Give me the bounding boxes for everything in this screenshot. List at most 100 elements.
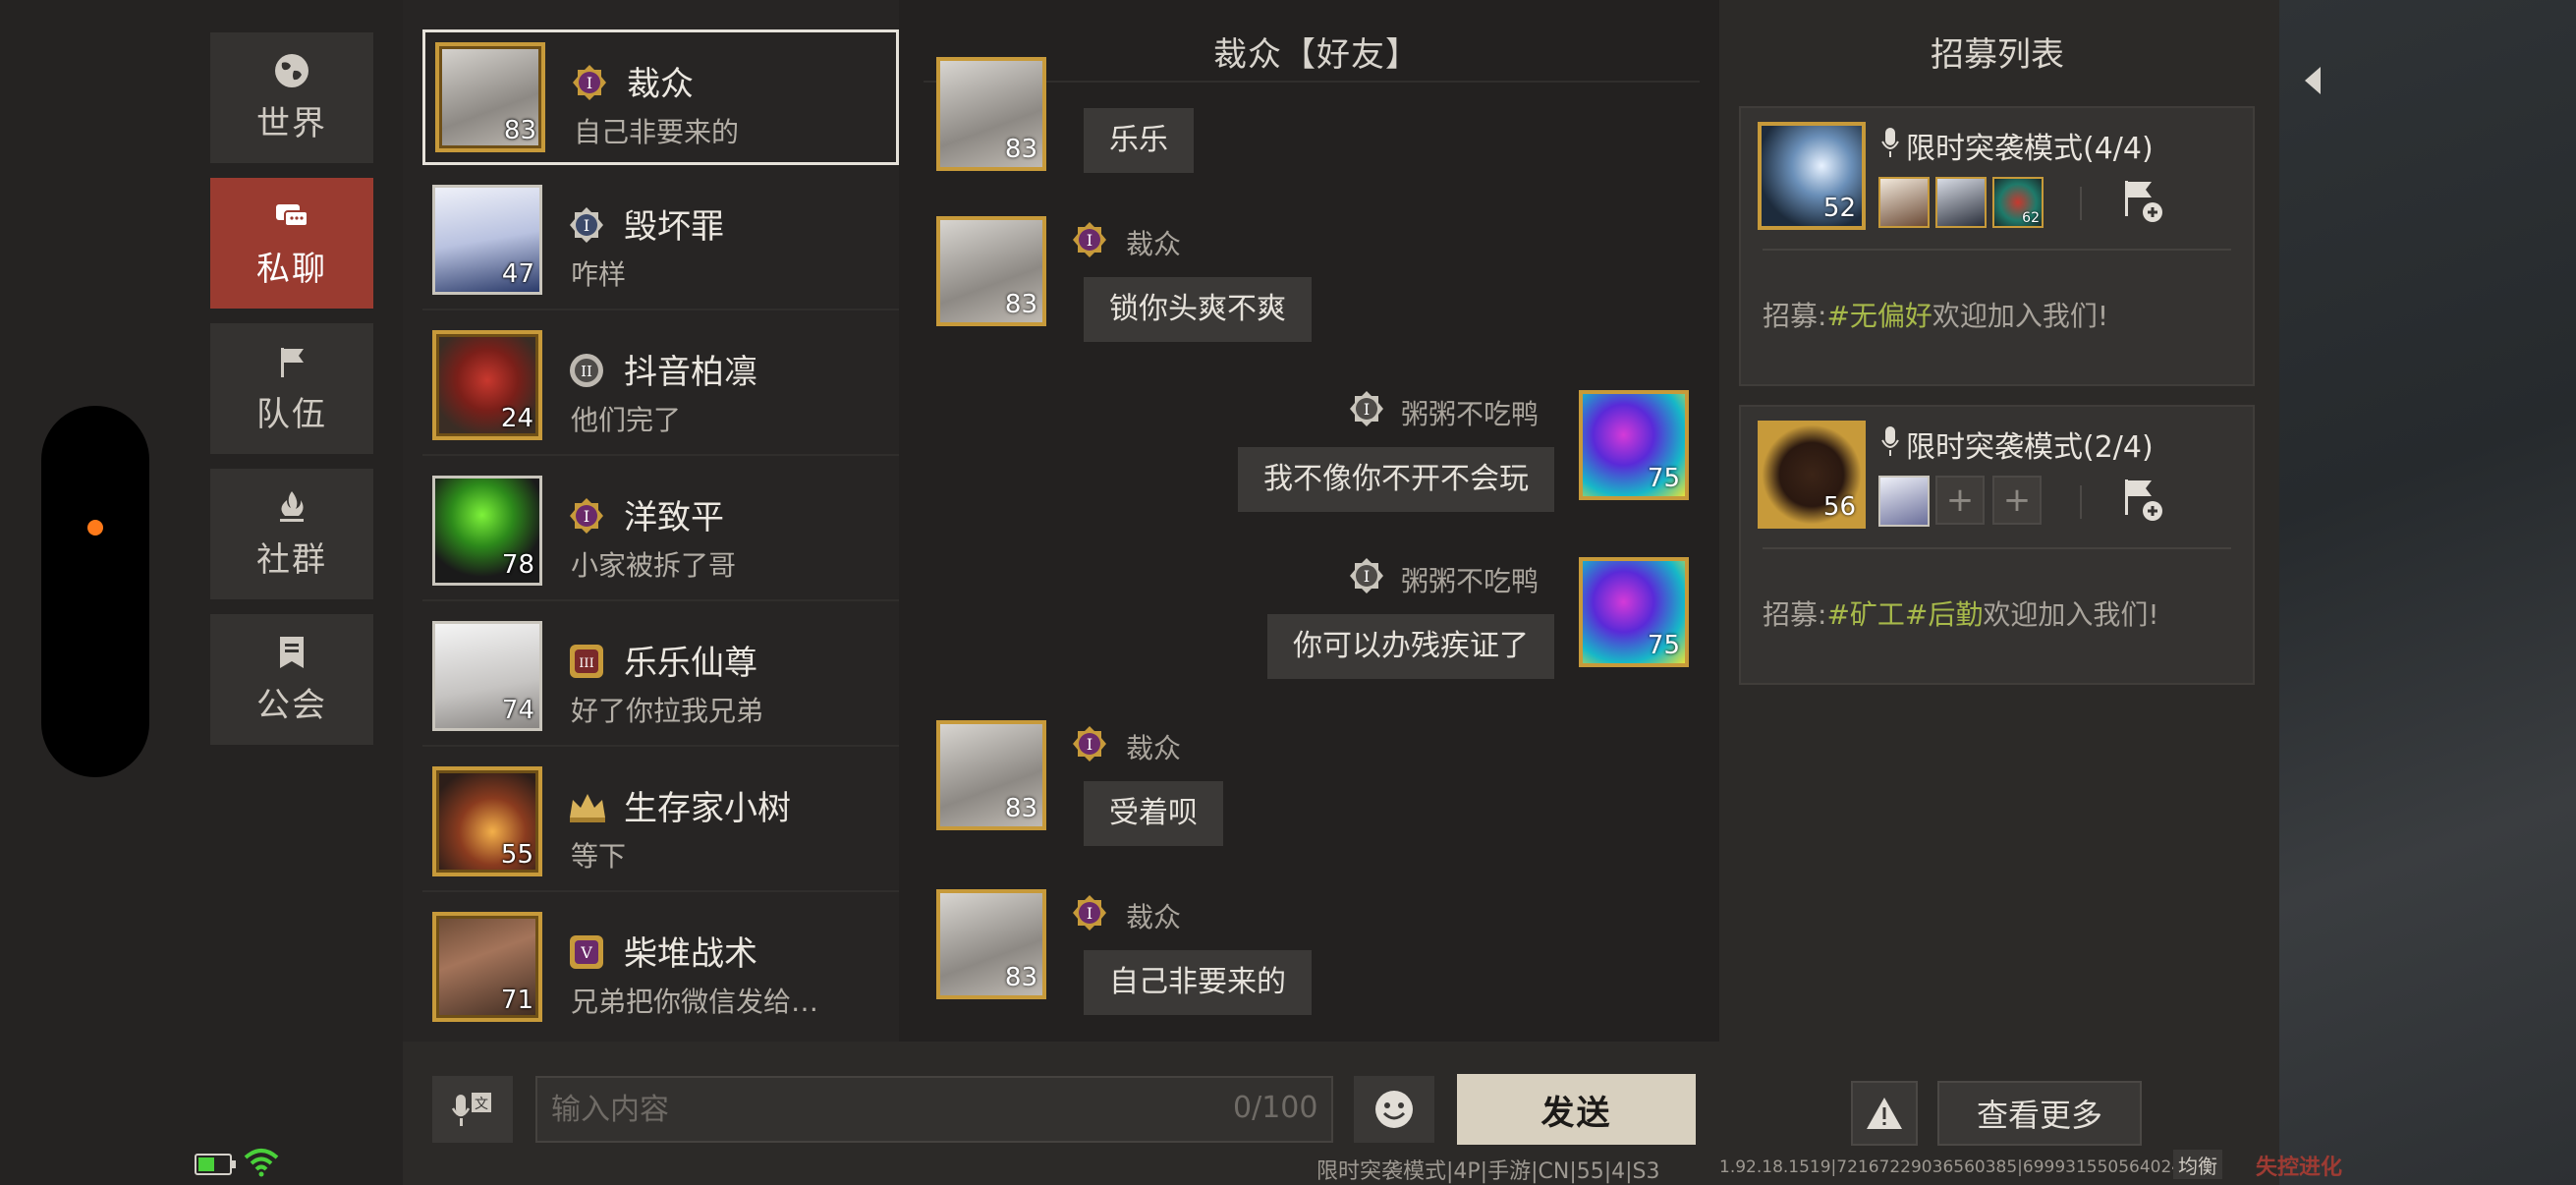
message-input[interactable] [535,1076,1333,1143]
conversation-last-message: 小家被拆了哥 [571,549,737,582]
level-label: 83 [1004,290,1037,319]
chat-bubble: 你可以办残疾证了 [1267,614,1554,679]
nav-label: 公会 [256,686,327,725]
svg-text:I: I [1364,567,1370,586]
avatar[interactable]: 83 [936,216,1046,326]
nav-world-button[interactable]: 世界 [210,32,373,163]
svg-text:V: V [580,943,592,962]
conversation-name: 裁众 [627,65,694,104]
avatar: 47 [432,185,542,295]
divider [422,309,899,310]
host-avatar: 56 [1758,421,1866,529]
emoji-button[interactable] [1354,1076,1434,1143]
rank-badge-icon: I [1350,391,1383,426]
join-flag-icon[interactable] [2117,474,2166,527]
report-button[interactable] [1851,1081,1918,1146]
join-flag-icon[interactable] [2117,175,2166,228]
conversation-item[interactable]: 47 I 毁坏罪 咋样 [422,175,899,310]
divider [422,745,899,747]
collapse-panel-arrow-icon[interactable] [2305,67,2321,94]
chat-bubble: 我不像你不开不会玩 [1238,447,1554,512]
globe-icon [275,54,308,87]
recruit-card[interactable]: 56 限时突袭模式(2/4) + + 招募:#矿工#后勤欢迎加入我们! [1739,405,2255,685]
avatar[interactable]: 83 [936,889,1046,999]
conversation-item[interactable]: 55 生存家小树 等下 [422,757,899,892]
scenery-background [2279,0,2576,1185]
avatar[interactable]: 83 [936,57,1046,171]
game-logo: 失控进化 [2256,1156,2343,1180]
rank-badge-icon: II [570,354,603,387]
conversation-item[interactable]: 83 I 裁众 自己非要来的 [422,29,899,165]
avatar[interactable]: 83 [936,720,1046,830]
notification-dot [87,520,103,536]
rank-badge-icon: I [1073,895,1106,931]
view-more-button[interactable]: 查看更多 [1937,1081,2142,1146]
avatar[interactable]: 75 [1579,390,1689,500]
host-avatar: 52 [1758,122,1866,230]
avatar: 55 [432,766,542,876]
chat-title: 裁众【好友】 [1213,35,1420,75]
recruit-message: 招募:#无偏好欢迎加入我们! [1763,300,2109,332]
battery-icon [195,1154,236,1175]
conversation-last-message: 等下 [571,840,627,873]
build-info: 1.92.18.1519|72167229036560385|699931550… [1719,1157,2204,1177]
conversation-last-message: 咋样 [571,258,627,291]
rank-badge-icon: I [573,65,606,100]
conversation-last-message: 好了你拉我兄弟 [571,695,764,727]
empty-slot-add[interactable]: + [1935,476,1985,525]
conversation-item[interactable]: 24 II 抖音柏凛 他们完了 [422,320,899,456]
conversation-item[interactable]: 78 I 洋致平 小家被拆了哥 [422,466,899,601]
svg-text:I: I [584,507,589,526]
conversation-item[interactable]: 71 V 柴堆战术 兄弟把你微信发给… [422,902,899,1038]
voice-to-text-button[interactable]: 文 [432,1076,513,1143]
level-label: 55 [500,840,533,870]
send-button[interactable]: 发送 [1457,1074,1696,1145]
character-counter: 0/100 [1233,1091,1318,1125]
recruit-panel-title: 招募列表 [1931,35,2064,75]
conversation-item[interactable]: 74 III 乐乐仙尊 好了你拉我兄弟 [422,611,899,747]
floating-side-handle[interactable] [41,406,149,777]
recruit-message: 招募:#矿工#后勤欢迎加入我们! [1763,598,2159,631]
rank-badge-icon: I [570,207,603,243]
conversation-last-message: 兄弟把你微信发给… [571,986,819,1018]
mode-info: 限时突袭模式|4P|手游|CN|55|4|S3 [1316,1159,1660,1184]
svg-text:I: I [1087,231,1092,250]
divider [422,599,899,601]
svg-text:文: 文 [475,1097,488,1112]
nav-guild-button[interactable]: 公会 [210,614,373,745]
nav-team-button[interactable]: 队伍 [210,323,373,454]
avatar: 78 [432,476,542,586]
divider [2080,485,2082,519]
avatar[interactable]: 75 [1579,557,1689,667]
recruit-tags: #无偏好 [1826,300,1932,332]
member-avatar: 62 [1992,177,2044,228]
conversation-last-message: 自己非要来的 [574,116,740,148]
nav-community-button[interactable]: 社群 [210,469,373,599]
level-label: 83 [1004,135,1037,164]
nav-label: 私聊 [256,250,327,289]
svg-text:III: III [579,656,593,671]
svg-text:I: I [1087,904,1092,923]
level-label: 75 [1647,631,1680,660]
level-label: 74 [501,696,534,725]
recruit-tags: #矿工#后勤 [1826,598,1984,631]
empty-slot-add[interactable]: + [1992,476,2042,525]
avatar: 24 [432,330,542,440]
rank-badge-icon: III [570,645,603,678]
level-label: 75 [1647,464,1680,493]
sender-name: 裁众 [1126,732,1182,764]
rank-badge-icon: I [1350,558,1383,593]
nav-private-chat-button[interactable]: 私聊 [210,178,373,309]
chat-bubble: 自己非要来的 [1084,950,1312,1015]
level-label: 47 [501,259,534,289]
rank-badge-icon: I [1073,726,1106,762]
chat-bubbles-icon [276,204,308,227]
nav-label: 社群 [256,540,327,580]
conversation-name: 洋致平 [624,498,724,537]
level-label: 78 [501,550,534,580]
level-label: 83 [503,116,536,145]
recruit-card[interactable]: 52 限时突袭模式(4/4) 62 招募:#无偏好欢迎加入我们! [1739,106,2255,386]
chat-bubble: 乐乐 [1084,108,1194,173]
divider [422,890,899,892]
conversation-name: 毁坏罪 [624,207,724,247]
